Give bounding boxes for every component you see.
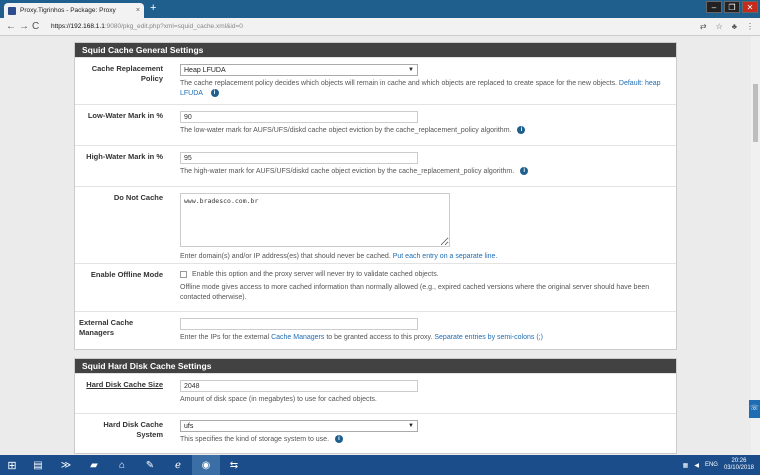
teamviewer-icon[interactable]: ⇆ [220,455,248,475]
chevron-down-icon: ▼ [408,423,414,429]
offline-mode-help: Offline mode gives access to more cached… [180,284,650,301]
tab-close-icon[interactable]: × [136,7,140,14]
hdd-size-label: Hard Disk Cache Size [86,380,163,389]
close-window-button[interactable]: ✕ [742,1,758,13]
external-managers-row: External Cache Managers Enter the IPs fo… [75,311,676,349]
pfsense-favicon-icon [8,6,16,15]
network-icon[interactable]: ⌂ [108,455,136,475]
new-tab-button[interactable]: + [150,3,156,14]
info-icon[interactable]: i [335,435,344,444]
forward-button[interactable]: → [19,21,32,32]
file-explorer-icon[interactable]: ▰ [80,455,108,475]
page-scrollbar[interactable] [751,36,760,455]
low-water-input[interactable] [180,111,418,123]
do-not-cache-help: Enter domain(s) and/or IP address(es) th… [180,253,391,260]
external-managers-help: Enter the IPs for the external [180,334,270,341]
translate-icon[interactable]: ⇄ [700,22,707,31]
high-water-row: High-Water Mark in % The high-water mark… [75,145,676,186]
bookmark-star-icon[interactable]: ☆ [716,22,723,31]
low-water-row: Low-Water Mark in % The low-water mark f… [75,104,676,145]
internet-explorer-icon[interactable]: ℯ [164,455,192,475]
high-water-label: High-Water Mark in % [86,152,163,161]
do-not-cache-row: Do Not Cache www.bradesco.com.br Enter d… [75,186,676,263]
offline-mode-row: Enable Offline Mode Enable this option a… [75,263,676,311]
info-icon[interactable]: i [517,126,526,135]
chrome-icon[interactable]: ◉ [192,455,220,475]
tray-clock[interactable]: 20:26 03/10/2018 [724,458,754,472]
tray-volume-icon[interactable]: ◀ [694,462,699,469]
cache-replacement-label: Cache Replacement Policy [91,64,163,83]
cache-managers-link[interactable]: Cache Managers [271,334,324,341]
windows-taskbar: ⊞ ▤ ≫ ▰ ⌂ ✎ ℯ ◉ ⇆ ▦ ◀ ENG 20:26 03/10/20… [0,455,760,475]
offline-mode-checkbox[interactable] [180,270,187,278]
hdd-size-input[interactable] [180,380,418,392]
cache-replacement-row: Cache Replacement Policy Heap LFUDA ▼ The… [75,57,676,104]
browser-tab-bar: Proxy.Tigrinhos - Package: Proxy × + – ❐… [0,0,760,18]
hdd-size-row: Hard Disk Cache Size Amount of disk spac… [75,373,676,413]
external-managers-label: External Cache Managers [79,318,134,337]
browser-tab[interactable]: Proxy.Tigrinhos - Package: Proxy × [4,3,144,18]
tools-icon[interactable]: ✎ [136,455,164,475]
chevron-down-icon: ▼ [408,67,414,73]
hdd-system-help: This specifies the kind of storage syste… [180,436,330,443]
offline-mode-label: Enable Offline Mode [90,270,163,279]
external-managers-help-mid: to be granted access to this proxy. [326,334,433,341]
info-icon[interactable]: i [520,167,529,176]
back-button[interactable]: ← [6,21,19,32]
powershell-icon[interactable]: ≫ [52,455,80,475]
separate-line-link[interactable]: Put each entry on a separate line. [393,253,498,260]
do-not-cache-textarea[interactable]: www.bradesco.com.br [180,193,450,247]
hdd-system-select[interactable]: ufs ▼ [180,420,418,432]
offline-mode-checkbox-text: Enable this option and the proxy server … [192,271,439,278]
server-manager-icon[interactable]: ▤ [24,455,52,475]
semicolons-link[interactable]: Separate entries by semi-colons (;) [434,334,543,341]
menu-icon[interactable]: ⋮ [746,22,754,31]
high-water-input[interactable] [180,152,418,164]
general-settings-panel: Squid Cache General Settings Cache Repla… [74,42,677,350]
tab-title: Proxy.Tigrinhos - Package: Proxy [20,7,116,14]
external-managers-input[interactable] [180,318,418,330]
hdd-system-label: Hard Disk Cache System [103,420,163,439]
browser-toolbar: ← → C https://192.168.1.1:9080/pkg_edit.… [0,18,760,36]
clock-date: 03/10/2018 [723,465,754,471]
start-button[interactable]: ⊞ [0,455,24,475]
tray-language[interactable]: ENG [705,462,718,468]
reload-button[interactable]: C [32,21,45,32]
clock-time: 20:26 [731,458,747,464]
hdd-size-help: Amount of disk space (in megabytes) to u… [180,396,377,403]
low-water-help: The low-water mark for AUFS/UFS/diskd ca… [180,127,512,134]
tray-network-icon[interactable]: ▦ [683,462,689,469]
scrollbar-thumb[interactable] [753,84,758,142]
page-content: Squid Cache General Settings Cache Repla… [0,36,760,455]
toolbar-right-icons: ⇄ ☆ ♣ ⋮ [700,22,754,31]
maximize-button[interactable]: ❐ [724,1,740,13]
chat-widget-icon[interactable]: ☏ [749,400,760,418]
general-settings-heading: Squid Cache General Settings [75,43,676,57]
url-host: https://192.168.1.1 [51,23,105,30]
hdd-system-row: Hard Disk Cache System ufs ▼ This specifi… [75,413,676,453]
window-controls: – ❐ ✕ [706,1,758,13]
address-bar[interactable]: https://192.168.1.1:9080/pkg_edit.php?xm… [51,20,700,33]
do-not-cache-label: Do Not Cache [113,193,163,202]
cache-replacement-help: The cache replacement policy decides whi… [180,80,617,87]
system-tray: ▦ ◀ ENG 20:26 03/10/2018 [683,458,760,472]
low-water-label: Low-Water Mark in % [87,111,163,120]
minimize-button[interactable]: – [706,1,722,13]
extension-icon[interactable]: ♣ [732,22,737,31]
high-water-help: The high-water mark for AUFS/UFS/diskd c… [180,168,515,175]
hdd-settings-panel: Squid Hard Disk Cache Settings Hard Disk… [74,358,677,454]
url-path: :9080/pkg_edit.php?xml=squid_cache.xml&i… [104,23,243,30]
cache-replacement-select[interactable]: Heap LFUDA ▼ [180,64,418,76]
hdd-settings-heading: Squid Hard Disk Cache Settings [75,359,676,373]
info-icon[interactable]: i [210,89,219,98]
